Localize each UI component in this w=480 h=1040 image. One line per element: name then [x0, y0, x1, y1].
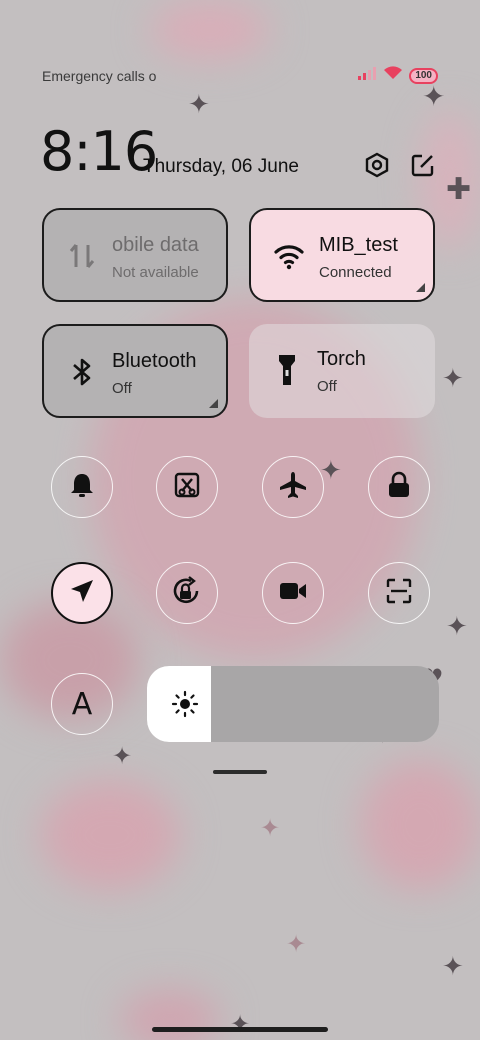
silent-toggle[interactable]	[51, 456, 113, 518]
status-text: Emergency calls o	[42, 68, 157, 84]
location-toggle[interactable]	[51, 562, 113, 624]
bluetooth-title: Bluetooth	[112, 350, 197, 372]
bluetooth-icon	[66, 354, 98, 390]
bluetooth-tile[interactable]: Bluetooth Off	[42, 324, 228, 418]
lock-screen-toggle[interactable]	[368, 456, 430, 518]
battery-icon: 100	[409, 67, 438, 84]
sun-icon	[169, 688, 201, 720]
brightness-slider[interactable]	[147, 666, 439, 742]
wifi-tile[interactable]: MIB_test Connected	[249, 208, 435, 302]
location-icon	[69, 578, 95, 609]
screenshot-toggle[interactable]	[156, 456, 218, 518]
wifi-icon	[383, 66, 403, 85]
wifi-status: Connected	[319, 264, 392, 281]
wifi-title: MIB_test	[319, 234, 398, 256]
signal-icon	[357, 66, 377, 85]
torch-tile[interactable]: Torch Off	[249, 324, 435, 418]
expand-corner-icon[interactable]	[209, 399, 218, 408]
font-size-toggle[interactable]: A	[51, 673, 113, 735]
lock-icon	[386, 471, 412, 504]
font-icon: A	[71, 686, 93, 722]
wifi-icon	[273, 238, 305, 274]
panel-drag-handle[interactable]	[213, 770, 267, 774]
mobile-data-status: Not available	[112, 264, 199, 281]
video-recorder-toggle[interactable]	[262, 562, 324, 624]
scanner-toggle[interactable]	[368, 562, 430, 624]
mobile-data-tile[interactable]: obile data Not available	[42, 208, 228, 302]
airplane-mode-toggle[interactable]	[262, 456, 324, 518]
torch-status: Off	[317, 378, 337, 395]
airplane-icon	[278, 470, 308, 505]
bluetooth-status: Off	[112, 380, 132, 397]
edit-icon[interactable]	[408, 150, 438, 180]
torch-title: Torch	[317, 348, 366, 370]
scanner-icon	[385, 577, 413, 610]
bell-icon	[69, 471, 95, 504]
mobile-data-icon	[66, 238, 98, 274]
rotation-lock-toggle[interactable]	[156, 562, 218, 624]
torch-icon	[271, 352, 303, 388]
home-indicator[interactable]	[152, 1027, 328, 1032]
rotation-lock-icon	[171, 575, 203, 611]
clock: 8:16	[40, 120, 158, 183]
settings-icon[interactable]	[362, 150, 392, 180]
date: Thursday, 06 June	[143, 156, 299, 177]
status-bar: Emergency calls o 100	[42, 66, 438, 88]
video-camera-icon	[278, 579, 308, 608]
expand-corner-icon[interactable]	[416, 283, 425, 292]
mobile-data-title: obile data	[112, 234, 199, 256]
screenshot-icon	[173, 471, 201, 504]
